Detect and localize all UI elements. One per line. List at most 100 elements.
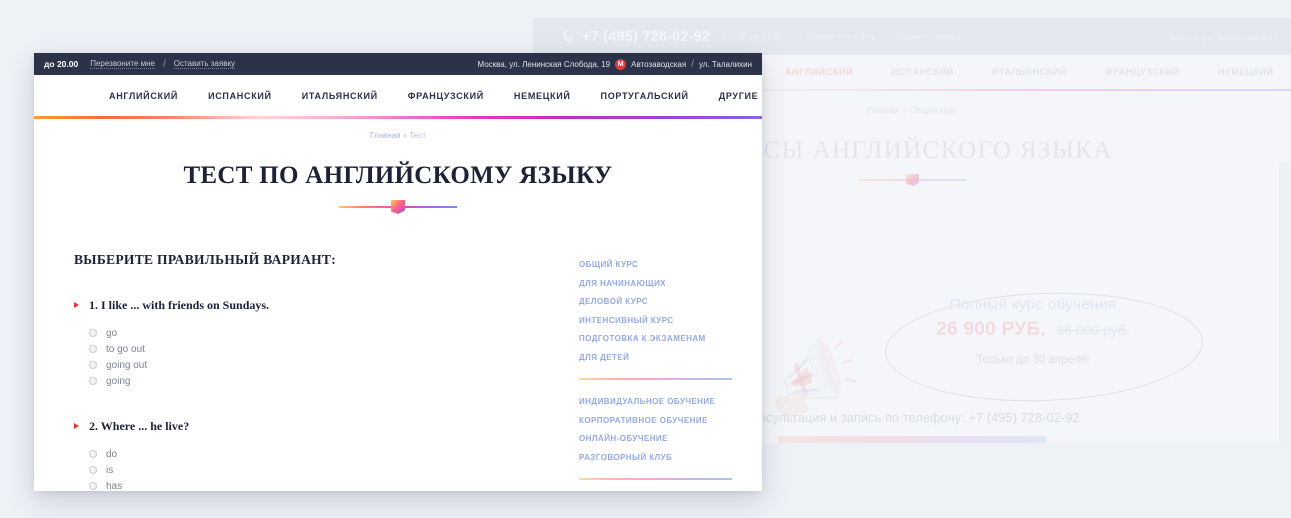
address-second: ул. Талалихин: [698, 59, 752, 69]
sidebar-item-for-children[interactable]: ДЛЯ ДЕТЕЙ: [579, 349, 762, 368]
nav-item-french[interactable]: ФРАНЦУЗСКИЙ: [408, 91, 484, 101]
question-block: 2. Where ... he live?: [74, 419, 579, 434]
background-request-link[interactable]: Оставить заявку: [896, 31, 962, 42]
nav-item-spanish[interactable]: ИСПАНСКИЙ: [208, 91, 272, 101]
page-body: Главная » Тест ТЕСТ ПО АНГЛИЙСКОМУ ЯЗЫКУ…: [34, 119, 762, 491]
background-callback-link[interactable]: Перезвоните мне: [806, 31, 876, 42]
working-hours: до 20.00: [44, 59, 79, 69]
breadcrumb-home[interactable]: Главная: [370, 131, 400, 140]
page-title: ТЕСТ ПО АНГЛИЙСКОМУ ЯЗЫКУ: [183, 162, 613, 189]
background-top-bar: +7 (495) 728-02-92 с 10.00 до 20.00 Пере…: [533, 18, 1291, 55]
question-text: 2. Where ... he live?: [89, 419, 190, 433]
background-link-separator: /: [884, 31, 888, 42]
option-label: going: [106, 375, 131, 387]
background-nav-item-english[interactable]: АНГЛИЙСКИЙ: [785, 67, 853, 77]
sidebar-item-online[interactable]: ОНЛАЙН-ОБУЧЕНИЕ: [579, 430, 762, 449]
option-row[interactable]: is: [89, 462, 579, 478]
radio-button[interactable]: [89, 377, 97, 385]
nav-item-german[interactable]: НЕМЕЦКИЙ: [514, 91, 571, 101]
option-row[interactable]: has: [89, 478, 579, 491]
background-address[interactable]: Москва, ул. Ленинская Сло: [1169, 32, 1277, 42]
background-phone-number[interactable]: +7 (495) 728-02-92: [582, 29, 710, 45]
background-breadcrumb-current: Общий курс: [909, 105, 957, 115]
option-label: is: [106, 464, 114, 476]
background-breadcrumb-separator: »: [902, 105, 907, 115]
quiz-column: ВЫБЕРИТЕ ПРАВИЛЬНЫЙ ВАРИАНТ: 1. I like .…: [34, 252, 579, 491]
background-offer-heading: Полный курс обучения: [949, 296, 1117, 313]
background-price-old: 36 000 руб.: [1056, 322, 1130, 338]
background-working-hours: с 10.00 до 20.00: [721, 32, 781, 41]
sidebar-item-individual[interactable]: ИНДИВИДУАЛЬНОЕ ОБУЧЕНИЕ: [579, 393, 762, 412]
bullet-triangle-icon: [74, 423, 79, 429]
nav-item-others[interactable]: ДРУГИЕ: [719, 91, 759, 101]
background-breadcrumb-home[interactable]: Главная: [867, 105, 899, 115]
breadcrumb: Главная » Тест: [34, 119, 762, 140]
option-label: has: [106, 480, 123, 492]
nav-item-english[interactable]: АНГЛИЙСКИЙ: [109, 91, 178, 101]
option-label: do: [106, 448, 118, 460]
radio-button[interactable]: [89, 345, 97, 353]
sidebar-divider: [579, 378, 732, 380]
background-nav-item-spanish[interactable]: ИСПАНСКИЙ: [891, 67, 954, 77]
option-row[interactable]: to go out: [89, 341, 579, 357]
background-cta-apply-button[interactable]: ОСТАВИТЬ ЗАЯВКУ НА ОБУЧЕНИЕ: [778, 436, 1046, 443]
nav-item-portuguese[interactable]: ПОРТУГАЛЬСКИЙ: [601, 91, 689, 101]
top-links: Перезвоните мне / Оставить заявку: [90, 58, 236, 70]
radio-button[interactable]: [89, 450, 97, 458]
radio-button[interactable]: [89, 482, 97, 490]
option-row[interactable]: going: [89, 373, 579, 389]
address-block[interactable]: Москва, ул. Ленинская Слобода, 19 M Авто…: [477, 58, 752, 70]
breadcrumb-current: Тест: [409, 131, 426, 140]
main-nav: АНГЛИЙСКИЙ ИСПАНСКИЙ ИТАЛЬЯНСКИЙ ФРАНЦУЗ…: [34, 75, 762, 116]
background-right-rail: [1279, 162, 1291, 443]
flag-icon: [391, 200, 405, 214]
radio-button[interactable]: [89, 361, 97, 369]
option-label: going out: [106, 359, 148, 371]
sidebar-item-intensive-course[interactable]: ИНТЕНСИВНЫЙ КУРС: [579, 312, 762, 331]
content-columns: ВЫБЕРИТЕ ПРАВИЛЬНЫЙ ВАРИАНТ: 1. I like .…: [34, 214, 762, 491]
background-nav-item-italian[interactable]: ИТАЛЬЯНСКИЙ: [992, 67, 1067, 77]
sidebar-item-speaking-club[interactable]: РАЗГОВОРНЫЙ КЛУБ: [579, 449, 762, 468]
sidebar-item-exam-prep[interactable]: ПОДГОТОВКА К ЭКЗАМЕНАМ: [579, 330, 762, 349]
background-phone-block[interactable]: +7 (495) 728-02-92 с 10.00 до 20.00: [561, 29, 781, 45]
background-offer-price: 26 900 РУБ. 36 000 руб.: [833, 319, 1233, 341]
sidebar-item-corporate[interactable]: КОРПОРАТИВНОЕ ОБУЧЕНИЕ: [579, 412, 762, 431]
question-text: 1. I like ... with friends on Sundays.: [89, 298, 270, 312]
callback-link[interactable]: Перезвоните мне: [90, 59, 155, 69]
sidebar: ОБЩИЙ КУРС ДЛЯ НАЧИНАЮЩИХ ДЕЛОВОЙ КУРС И…: [579, 252, 762, 491]
option-row[interactable]: going out: [89, 357, 579, 373]
sidebar-item-beginners[interactable]: ДЛЯ НАЧИНАЮЩИХ: [579, 275, 762, 294]
sidebar-item-general-course[interactable]: ОБЩИЙ КУРС: [579, 256, 762, 275]
question-block: 1. I like ... with friends on Sundays.: [74, 298, 579, 313]
option-row[interactable]: do: [89, 446, 579, 462]
background-price-new: 26 900 РУБ.: [936, 319, 1046, 340]
quiz-heading: ВЫБЕРИТЕ ПРАВИЛЬНЫЙ ВАРИАНТ:: [74, 252, 337, 267]
option-label: go: [106, 327, 118, 339]
bullet-triangle-icon: [74, 302, 79, 308]
address-separator: /: [691, 58, 694, 70]
metro-station: Автозаводская: [631, 59, 687, 69]
background-offer-block: Полный курс обучения 26 900 РУБ. 36 000 …: [833, 287, 1233, 407]
title-divider: [339, 200, 457, 214]
background-nav-item-french[interactable]: ФРАНЦУЗСКИЙ: [1105, 67, 1180, 77]
address-street: Москва, ул. Ленинская Слобода, 19: [477, 59, 611, 69]
radio-button[interactable]: [89, 466, 97, 474]
top-bar: до 20.00 Перезвоните мне / Оставить заяв…: [34, 53, 762, 75]
option-row[interactable]: go: [89, 325, 579, 341]
screenshot-stage: +7 (495) 728-02-92 с 10.00 до 20.00 Пере…: [0, 0, 1291, 518]
top-link-separator: /: [162, 58, 166, 70]
background-offer-deadline: Только до 30 апреля!: [976, 354, 1090, 366]
breadcrumb-separator: »: [402, 131, 408, 140]
background-top-links: Перезвоните мне / Оставить заявку: [806, 31, 962, 42]
phone-icon: [562, 30, 573, 43]
background-nav-item-german[interactable]: НЕМЕЦКИЙ: [1218, 67, 1274, 77]
option-list: do is has does: [74, 446, 579, 491]
option-label: to go out: [106, 343, 145, 355]
sidebar-item-business-course[interactable]: ДЕЛОВОЙ КУРС: [579, 293, 762, 312]
nav-item-italian[interactable]: ИТАЛЬЯНСКИЙ: [302, 91, 378, 101]
option-list: go to go out going out going: [74, 325, 579, 389]
foreground-browser-window[interactable]: до 20.00 Перезвоните мне / Оставить заяв…: [34, 53, 762, 491]
radio-button[interactable]: [89, 329, 97, 337]
metro-icon: M: [615, 58, 627, 70]
request-link[interactable]: Оставить заявку: [173, 59, 236, 69]
